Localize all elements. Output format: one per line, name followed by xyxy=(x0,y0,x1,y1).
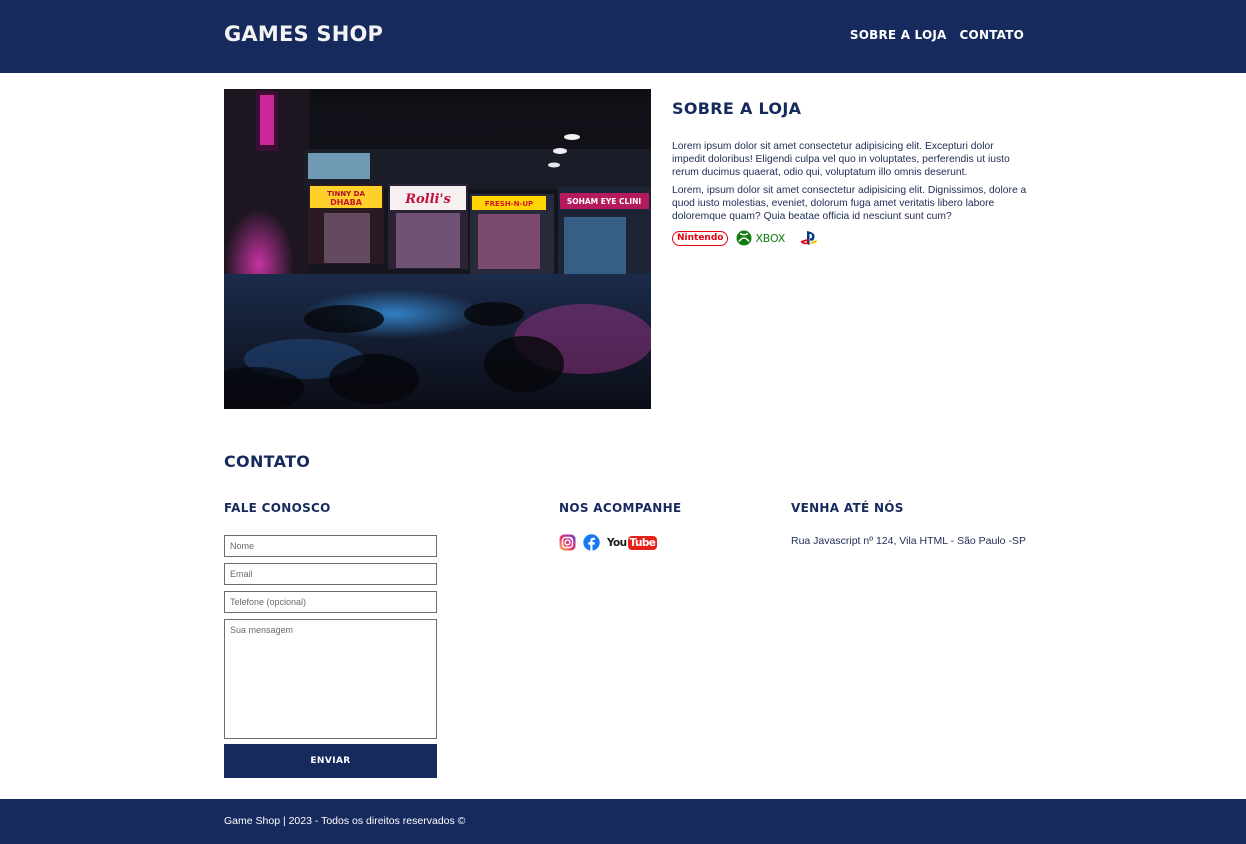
message-textarea[interactable] xyxy=(224,619,437,739)
main-nav: SOBRE A LOJA CONTATO xyxy=(850,28,1024,42)
site-footer: Game Shop | 2023 - Todos os direitos res… xyxy=(0,799,1246,844)
copyright-text: Game Shop | 2023 - Todos os direitos res… xyxy=(224,815,466,827)
nav-link-sobre[interactable]: SOBRE A LOJA xyxy=(850,28,947,42)
about-paragraph-1: Lorem ipsum dolor sit amet consectetur a… xyxy=(672,141,1010,178)
about-title: SOBRE A LOJA xyxy=(672,99,802,118)
playstation-logo xyxy=(799,230,819,246)
youtube-icon[interactable]: You Tube xyxy=(607,535,658,550)
social-title: NOS ACOMPANHE xyxy=(559,501,682,515)
svg-text:DHABA: DHABA xyxy=(330,198,363,207)
xbox-logo: XBOX xyxy=(736,230,785,246)
svg-text:TINNY DA: TINNY DA xyxy=(327,190,365,198)
phone-input[interactable] xyxy=(224,591,437,613)
send-button[interactable]: ENVIAR xyxy=(224,744,437,778)
site-header: GAMES SHOP SOBRE A LOJA CONTATO xyxy=(0,0,1246,73)
nav-link-contato[interactable]: CONTATO xyxy=(960,28,1024,42)
site-logo[interactable]: GAMES SHOP xyxy=(224,22,383,46)
facebook-icon[interactable] xyxy=(583,534,600,551)
about-paragraph-2: Lorem, ipsum dolor sit amet consectetur … xyxy=(672,185,1027,222)
svg-text:Rolli's: Rolli's xyxy=(404,192,451,207)
brand-logos: Nintendo XBOX xyxy=(672,229,819,247)
youtube-you-text: You xyxy=(607,536,627,549)
contact-title: CONTATO xyxy=(224,452,311,471)
playstation-icon xyxy=(800,231,818,245)
store-address: Rua Javascript nº 124, Vila HTML - São P… xyxy=(791,535,1026,547)
svg-text:SOHAM EYE CLINI: SOHAM EYE CLINI xyxy=(567,197,642,206)
name-input[interactable] xyxy=(224,535,437,557)
email-input[interactable] xyxy=(224,563,437,585)
youtube-tube-text: Tube xyxy=(627,535,658,550)
nintendo-logo-text: Nintendo xyxy=(677,233,724,243)
store-photo: TINNY DA DHABA Rolli's FRESH-N-UP SOHAM … xyxy=(224,89,651,409)
social-links: You Tube xyxy=(559,534,658,551)
xbox-sphere-icon xyxy=(736,230,752,246)
nintendo-logo: Nintendo xyxy=(672,230,729,246)
form-title: FALE CONOSCO xyxy=(224,501,331,515)
location-title: VENHA ATÉ NÓS xyxy=(791,501,904,515)
instagram-icon[interactable] xyxy=(559,534,576,551)
xbox-logo-text: XBOX xyxy=(755,231,786,245)
svg-text:FRESH-N-UP: FRESH-N-UP xyxy=(485,200,533,208)
